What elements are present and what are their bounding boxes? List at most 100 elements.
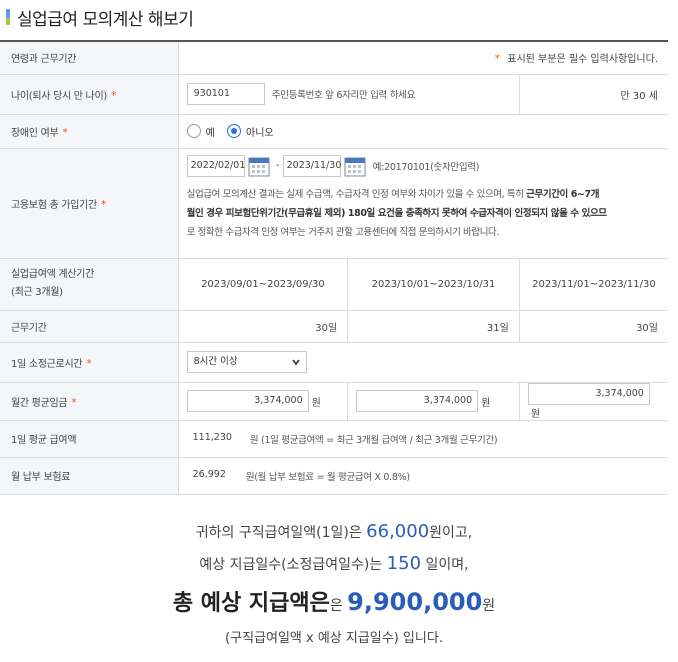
daily-hours-select[interactable]: 8시간 이상 xyxy=(186,351,307,373)
date-separator: - xyxy=(275,160,280,171)
required-star: * xyxy=(110,88,117,102)
disability-row: 장애인 여부 * 예 아니오 xyxy=(0,114,668,149)
required-note: * 표시된 부분은 필수 입력사항입니다. xyxy=(177,41,668,75)
summary-total-line: 총 예상 지급액은은 9,900,000원 xyxy=(0,585,668,617)
daily-hours-selected: 8시간 이상 xyxy=(193,356,238,367)
monthly-wage-cell-3: 3,374,000 원 xyxy=(518,382,668,421)
insurance-dates: 2022/02/01 - 2023/11/30 예:20170101(숫자만입력… xyxy=(186,154,660,177)
payment-days: 150 xyxy=(386,553,422,574)
required-star: * xyxy=(100,197,107,211)
disability-yes-label: 예 xyxy=(205,127,215,139)
daily-hours-cell: 8시간 이상 xyxy=(177,342,668,383)
start-date-input[interactable]: 2022/02/01 xyxy=(186,154,245,177)
period-3: 2023/11/01~2023/11/30 xyxy=(518,258,668,311)
work-days-label: 근무기간 xyxy=(0,310,179,343)
calc-period-label: 실업급여액 계산기간 (최근 3개월) xyxy=(0,258,179,311)
disability-no-radio[interactable] xyxy=(227,124,242,138)
daily-hours-row: 1일 소정근로시간 * 8시간 이상 xyxy=(0,342,668,383)
calendar-icon[interactable] xyxy=(344,155,366,177)
insurance-label-text: 고용보험 총 가입기간 xyxy=(11,199,97,211)
summary-line2-pre: 예상 지급일수(소정급여일수)는 xyxy=(199,557,387,573)
daily-hours-label: 1일 소정근로시간 * xyxy=(0,342,179,383)
daily-wage-formula: 원 (1일 평균급여액 = 최근 3개월 급여액 / 최근 3개월 근무기간) xyxy=(249,434,498,446)
calc-period-label-line1: 실업급여액 계산기간 xyxy=(11,269,94,280)
monthly-wage-input-3[interactable]: 3,374,000 xyxy=(527,382,650,405)
summary-line2-post: 일이며, xyxy=(421,557,469,573)
required-star: * xyxy=(62,125,68,139)
work-days-2: 31일 xyxy=(347,310,520,343)
disability-label-text: 장애인 여부 xyxy=(11,127,59,139)
required-star: * xyxy=(494,52,501,66)
total-amount: 9,900,000 xyxy=(347,588,483,616)
summary-daily-line: 귀하의 구직급여일액(1일)은 66,000원이고, xyxy=(0,521,668,542)
insurance-fee-value: 26,992 xyxy=(192,468,226,480)
monthly-wage-input-2[interactable]: 3,374,000 xyxy=(356,390,479,412)
title-accent-bar xyxy=(6,9,10,25)
monthly-wage-cell-1: 3,374,000 원 xyxy=(177,382,348,421)
wage-unit: 원 xyxy=(311,397,321,409)
date-example: 예:20170101(숫자만입력) xyxy=(372,161,480,173)
insurance-note: 실업급여 모의계산 결과는 실제 수급액, 수급자격 인정 여부와 차이가 있을… xyxy=(187,185,660,242)
page-title-wrap: 실업급여 모의계산 해보기 xyxy=(6,4,194,30)
insurance-label: 고용보험 총 가입기간 * xyxy=(0,148,179,259)
insurance-row: 고용보험 총 가입기간 * 2022/02/01 - 2023/11/30 예:2… xyxy=(0,148,668,259)
birthdate-help: 주민등록번호 앞 6자리만 입력 하세요 xyxy=(271,90,416,101)
chevron-down-icon xyxy=(291,359,300,366)
end-date-input[interactable]: 2023/11/30 xyxy=(282,154,341,177)
summary-line1-post: 원이고, xyxy=(429,525,473,541)
insurance-fee-row: 월 납부 보험료 26,992 원(월 납부 보험료 = 월 평균급여 X 0.… xyxy=(0,457,668,495)
daily-amount: 66,000 xyxy=(366,521,430,542)
daily-wage-value: 111,230 xyxy=(192,431,232,443)
disability-yes-radio[interactable] xyxy=(186,124,201,138)
header-label: 연령과 근무기간 xyxy=(0,41,179,75)
daily-wage-cell: 111,230 원 (1일 평균급여액 = 최근 3개월 급여액 / 최근 3개… xyxy=(177,420,668,458)
page-title: 실업급여 모의계산 해보기 xyxy=(17,9,194,30)
age-row: 나이(퇴사 당시 만 나이) * 930101 주민등록번호 앞 6자리만 입력 … xyxy=(0,74,668,115)
calendar-icon[interactable] xyxy=(248,155,270,177)
header-row: 연령과 근무기간 * 표시된 부분은 필수 입력사항입니다. xyxy=(0,41,668,75)
summary-formula-line: (구직급여일액 x 예상 지급일수) 입니다. xyxy=(225,631,443,646)
insurance-fee-cell: 26,992 원(월 납부 보험료 = 월 평균급여 X 0.8%) xyxy=(177,457,668,495)
monthly-wage-cell-2: 3,374,000 원 xyxy=(347,382,520,421)
birthdate-input[interactable]: 930101 xyxy=(186,83,265,105)
period-1: 2023/09/01~2023/09/30 xyxy=(177,258,348,311)
daily-wage-label: 1일 평균 급여액 xyxy=(0,420,179,458)
note-bold-1: 근무기간이 6~7개 xyxy=(526,188,600,200)
note-text-2: 로 정확한 수급자격 인정 여부는 거주지 관할 고용센터에 직접 문의하시기 … xyxy=(186,226,500,238)
monthly-wage-row: 월간 평균임금 * 3,374,000 원 3,374,000 원 3,374,000… xyxy=(0,382,668,421)
summary-days-line: 예상 지급일수(소정급여일수)는 150 일이며, xyxy=(0,553,668,574)
monthly-wage-label: 월간 평균임금 * xyxy=(0,382,179,421)
wage-unit: 원 xyxy=(481,397,491,409)
work-days-3: 30일 xyxy=(518,310,668,343)
daily-wage-row: 1일 평균 급여액 111,230 원 (1일 평균급여액 = 최근 3개월 급… xyxy=(0,420,668,458)
calc-period-row: 실업급여액 계산기간 (최근 3개월) 2023/09/01~2023/09/3… xyxy=(0,258,668,311)
insurance-fee-formula: 원(월 납부 보험료 = 월 평균급여 X 0.8%) xyxy=(245,471,410,483)
calc-form-table: 연령과 근무기간 * 표시된 부분은 필수 입력사항입니다. 나이(퇴사 당시 … xyxy=(0,40,668,495)
required-star: * xyxy=(86,356,92,370)
disability-no-label: 아니오 xyxy=(246,127,274,139)
monthly-wage-label-text: 월간 평균임금 xyxy=(11,397,68,409)
age-label: 나이(퇴사 당시 만 나이) * xyxy=(0,74,179,115)
note-bold-2: 월인 경우 피보험단위기간(무급휴일 제외) 180일 요건을 충족하지 못하여… xyxy=(186,207,607,219)
summary-line3-pre: 총 예상 지급액은 xyxy=(172,591,330,616)
required-note-text: 표시된 부분은 필수 입력사항입니다. xyxy=(507,54,658,66)
summary-line3-small: 은 xyxy=(329,598,348,614)
daily-hours-label-text: 1일 소정근로시간 xyxy=(11,358,83,370)
age-input-cell: 930101 주민등록번호 앞 6자리만 입력 하세요 xyxy=(177,74,520,115)
work-days-1: 30일 xyxy=(177,310,348,343)
summary-line3-post: 원 xyxy=(482,598,496,614)
period-2: 2023/10/01~2023/10/31 xyxy=(347,258,520,311)
wage-unit: 원 xyxy=(530,408,541,420)
disability-options: 예 아니오 xyxy=(177,114,668,149)
note-text-1: 실업급여 모의계산 결과는 실제 수급액, 수급자격 인정 여부와 차이가 있을… xyxy=(186,188,527,200)
age-result: 만 30 세 xyxy=(518,74,668,115)
disability-label: 장애인 여부 * xyxy=(0,114,179,149)
calc-period-label-line2: (최근 3개월) xyxy=(11,287,63,298)
insurance-cell: 2022/02/01 - 2023/11/30 예:20170101(숫자만입력… xyxy=(177,148,668,259)
work-days-row: 근무기간 30일 31일 30일 xyxy=(0,310,668,343)
required-star: * xyxy=(71,395,77,409)
summary-line1-pre: 귀하의 구직급여일액(1일)은 xyxy=(195,525,367,541)
age-label-text: 나이(퇴사 당시 만 나이) xyxy=(11,90,107,102)
monthly-wage-input-1[interactable]: 3,374,000 xyxy=(186,390,309,412)
insurance-fee-label: 월 납부 보험료 xyxy=(0,457,179,495)
